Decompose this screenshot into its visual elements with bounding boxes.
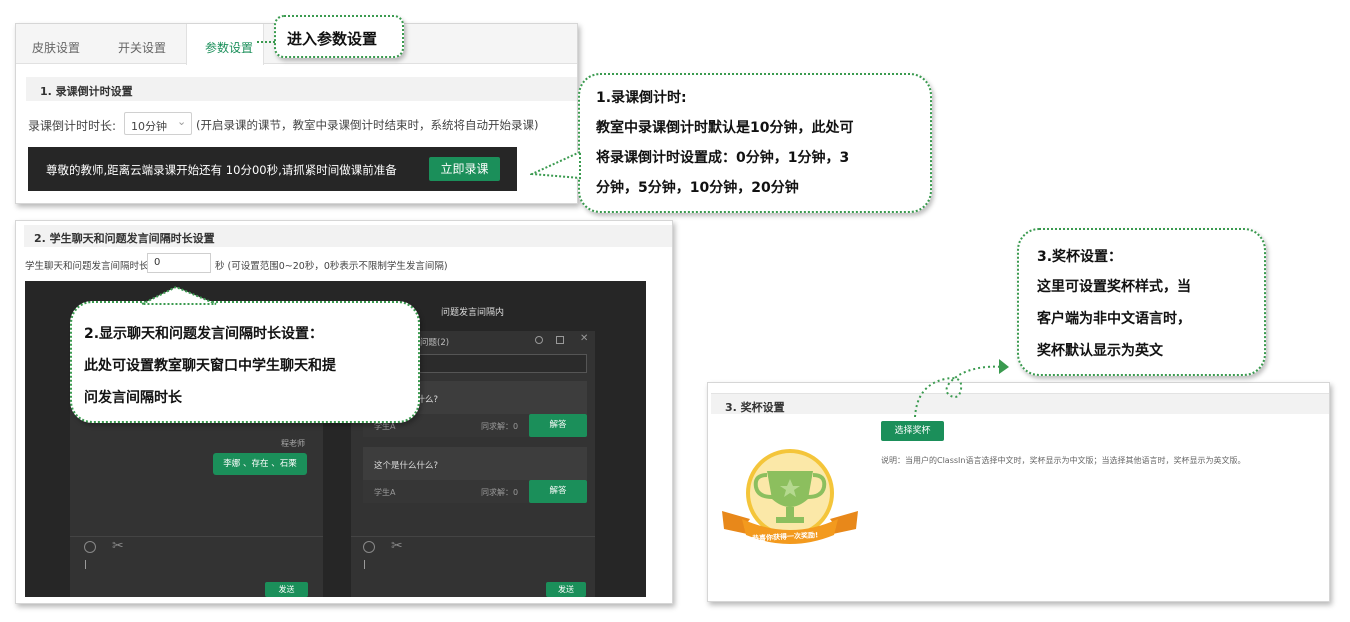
callout-countdown-line3: 将录课倒计时设置成：0分钟，1分钟，3 <box>596 150 850 166</box>
block-icon[interactable] <box>535 336 543 344</box>
callout-chat-tail <box>141 285 217 305</box>
callout-countdown: 1.录课倒计时: 教室中录课倒计时默认是10分钟，此处可 将录课倒计时设置成：0… <box>578 73 932 213</box>
countdown-label: 录课倒计时时长: <box>28 119 117 133</box>
callout-pointer <box>257 41 275 43</box>
callout-chat-line1: 2.显示聊天和问题发言间隔时长设置： <box>84 326 324 342</box>
callout-countdown-line1: 1.录课倒计时: <box>596 90 687 106</box>
question-header: 问题(2) <box>420 338 450 348</box>
section-title-trophy: 3. 奖杯设置 <box>711 393 1329 414</box>
callout-countdown-line2: 教室中录课倒计时默认是10分钟，此处可 <box>596 120 854 136</box>
question-item: 这个是什么什么? 学生A 同求解：0 解答 <box>363 447 587 503</box>
callout-trophy-line3: 客户端为非中文语言时， <box>1037 311 1191 327</box>
chat-interval-hint: 秒 (可设置范围0~20秒，0秒表示不限制学生发言间隔) <box>215 261 448 272</box>
callout-chat-line3: 问发言间隔时长 <box>84 390 182 406</box>
chevron-down-icon: ⌄ <box>177 115 187 128</box>
callout-trophy: 3.奖杯设置： 这里可设置奖杯样式，当 客户端为非中文语言时， 奖杯默认显示为英… <box>1017 228 1266 376</box>
chat-interval-input[interactable]: 0 <box>147 253 211 273</box>
callout-chat-interval: 2.显示聊天和问题发言间隔时长设置： 此处可设置教室聊天窗口中学生聊天和提 问发… <box>70 301 420 423</box>
question-text: 这个是什么什么? <box>374 461 439 471</box>
callout-countdown-line4: 分钟，5分钟，10分钟，20分钟 <box>596 180 799 196</box>
emoji-icon[interactable] <box>84 541 96 553</box>
callout-countdown-tail <box>530 150 581 180</box>
callout-enter-params: 进入参数设置 <box>274 15 404 58</box>
scissors-icon[interactable]: ✂ <box>112 538 124 554</box>
countdown-banner-text: 尊敬的教师,距离云端录课开始还有 10分00秒,请抓紧时间做课前准备 <box>46 163 397 177</box>
section-title-chat-interval: 2. 学生聊天和问题发言间隔时长设置 <box>24 225 672 247</box>
callout-trophy-line4: 奖杯默认显示为英文 <box>1037 343 1163 359</box>
question-footer: 学生A 同求解：0 解答 <box>363 480 587 503</box>
question-input-divider <box>351 536 595 537</box>
callout-trophy-arrow <box>914 359 1009 418</box>
teacher-name: 程老师 <box>281 439 305 448</box>
emoji-icon[interactable] <box>363 541 375 553</box>
countdown-select[interactable]: 10分钟 ⌄ <box>124 112 192 135</box>
countdown-hint: (开启录课的课节，教室中录课倒计时结束时，系统将自动开始录课) <box>196 118 539 132</box>
question-count: 同求解：0 <box>481 488 519 497</box>
chat-send-button[interactable]: 发送 <box>265 582 308 597</box>
question-send-button[interactable]: 发送 <box>546 582 586 597</box>
tab-params[interactable]: 参数设置 <box>205 39 253 56</box>
question-student: 学生A <box>374 488 396 497</box>
choose-trophy-button[interactable]: 选择奖杯 <box>881 421 944 441</box>
answer-button[interactable]: 解答 <box>529 480 587 503</box>
trophy-hint: 说明：当用户的ClassIn语言选择中文时，奖杯显示为中文版；当选择其他语言时，… <box>881 456 1246 465</box>
text-cursor: | <box>363 560 367 570</box>
expand-icon[interactable] <box>556 336 564 344</box>
answer-button[interactable]: 解答 <box>529 414 587 437</box>
question-count: 同求解：0 <box>481 422 519 431</box>
chat-input-divider <box>70 536 323 537</box>
countdown-banner: 尊敬的教师,距离云端录课开始还有 10分00秒,请抓紧时间做课前准备 立即录课 <box>28 147 517 191</box>
start-record-button[interactable]: 立即录课 <box>429 157 500 181</box>
chat-interval-label: 学生聊天和问题发言间隔时长 <box>25 261 149 272</box>
callout-enter-params-text: 进入参数设置 <box>287 30 378 48</box>
callout-trophy-line2: 这里可设置奖杯样式，当 <box>1037 279 1191 295</box>
text-cursor: | <box>84 560 88 570</box>
countdown-select-value: 10分钟 <box>131 120 167 133</box>
chat-bubble: 李娜 、存在 、石栗 <box>213 453 307 475</box>
chat-interval-input-value: 0 <box>154 257 161 268</box>
scissors-icon[interactable]: ✂ <box>391 538 403 554</box>
callout-trophy-line1: 3.奖杯设置： <box>1037 249 1123 265</box>
settings-panel-trophy: 3. 奖杯设置 选择奖杯 说明：当用户的ClassIn语言选择中文时，奖杯显示为… <box>707 382 1330 602</box>
tab-switch[interactable]: 开关设置 <box>118 39 166 56</box>
preview-right-title: 问题发言间隔内 <box>441 308 505 318</box>
close-icon[interactable]: ✕ <box>580 333 588 344</box>
callout-chat-line2: 此处可设置教室聊天窗口中学生聊天和提 <box>84 358 336 374</box>
section-title-countdown: 1. 录课倒计时设置 <box>26 77 577 101</box>
tab-skin[interactable]: 皮肤设置 <box>32 39 80 56</box>
